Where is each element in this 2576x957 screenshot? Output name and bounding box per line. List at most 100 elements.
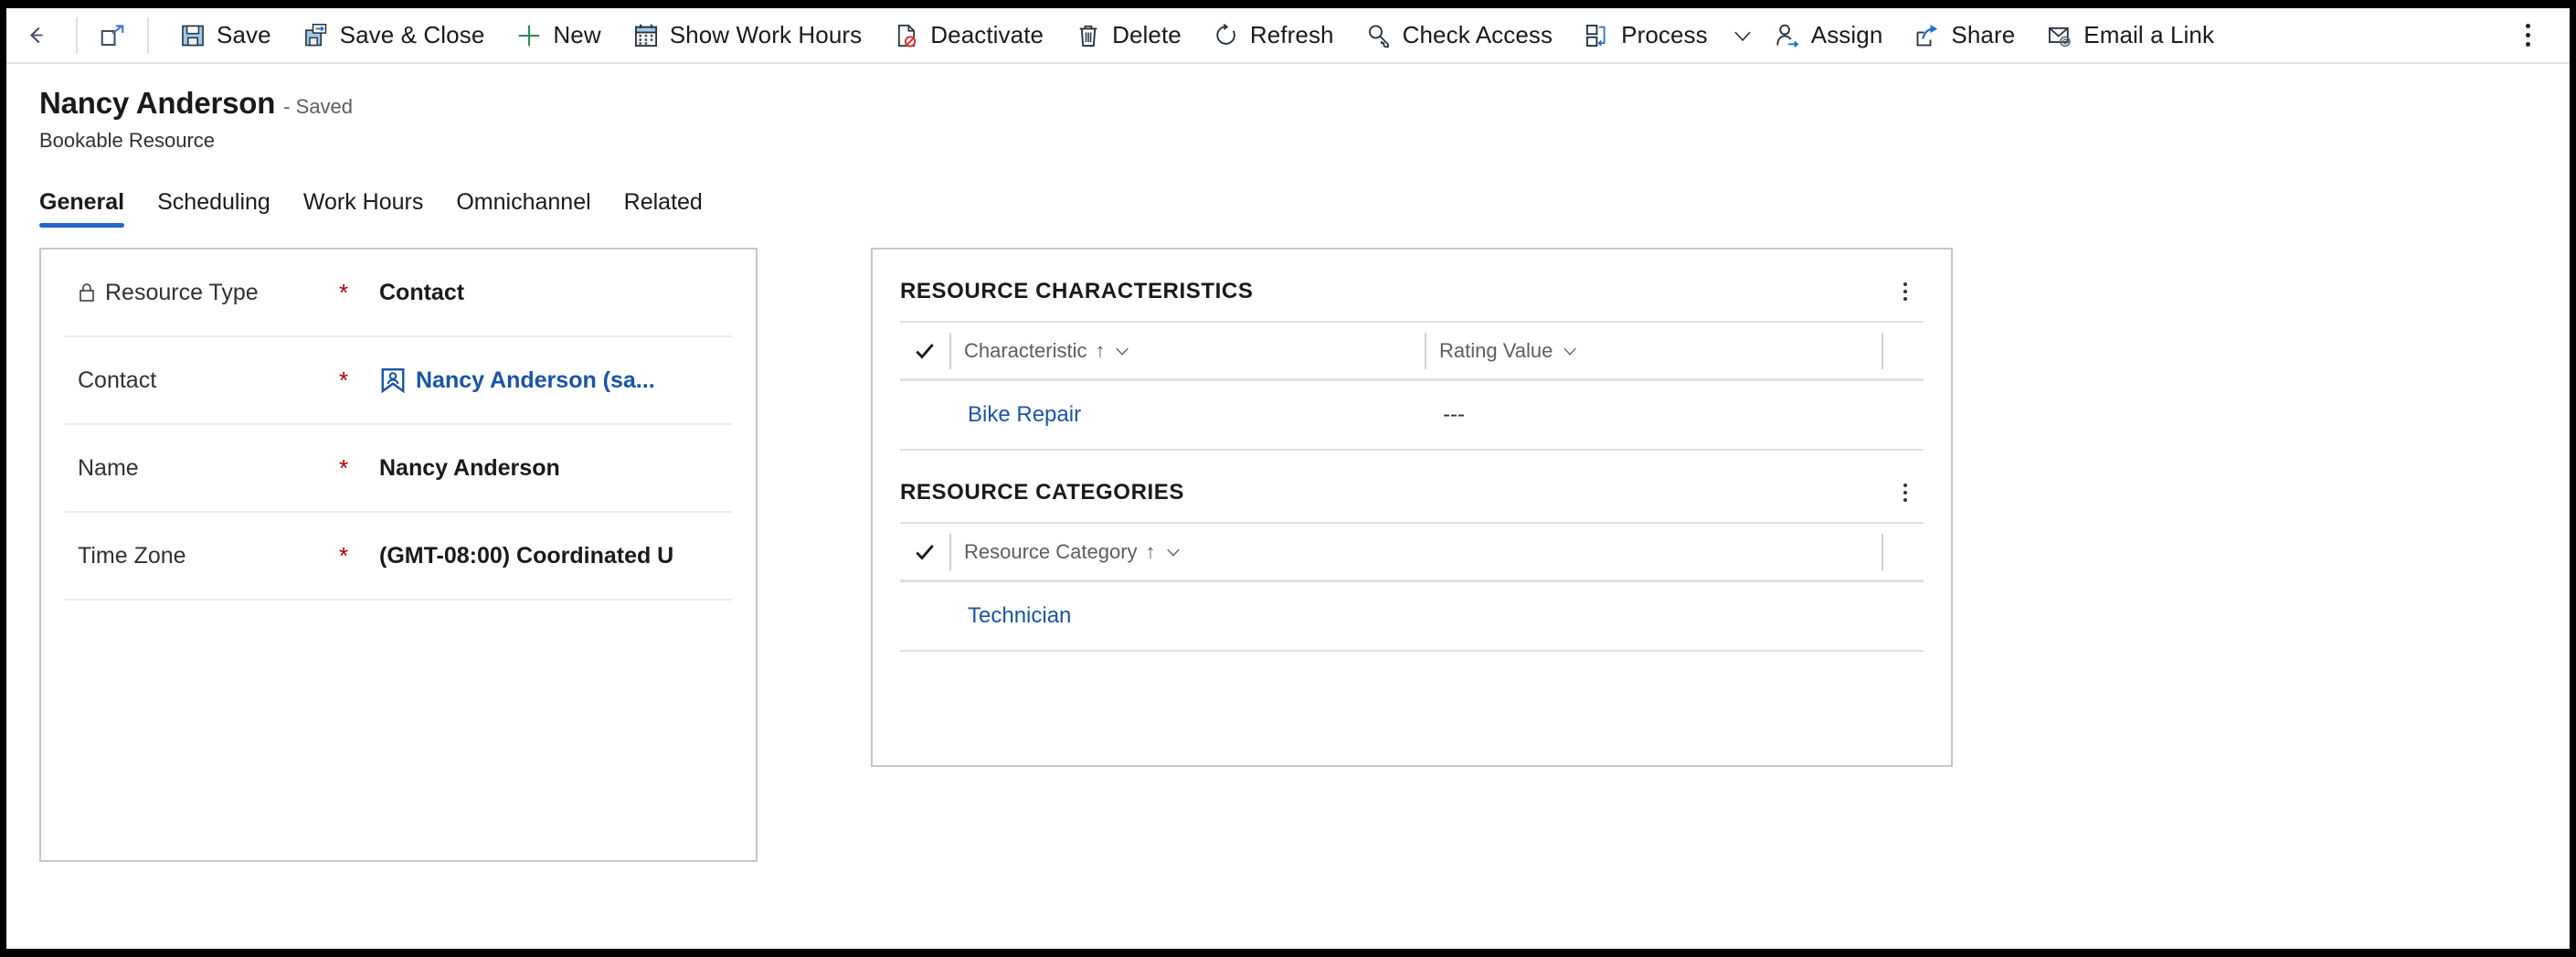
back-arrow-icon xyxy=(27,22,55,49)
process-button[interactable]: Process xyxy=(1568,8,1723,62)
record-header: Nancy Anderson - Saved Bookable Resource xyxy=(6,64,2570,153)
tab-scheduling[interactable]: Scheduling xyxy=(141,189,287,228)
save-status-text: - Saved xyxy=(283,95,354,118)
save-and-close-button[interactable]: Save & Close xyxy=(287,8,501,62)
column-divider-end xyxy=(1882,533,1883,570)
field-resource-type-label-wrap: Resource Type xyxy=(65,280,339,306)
share-button-label: Share xyxy=(1951,21,2016,48)
field-name-label: Name xyxy=(78,454,139,481)
open-in-new-window-icon xyxy=(99,22,126,49)
resource-categories-title: RESOURCE CATEGORIES xyxy=(900,480,1184,505)
field-name[interactable]: Name * Nancy Anderson xyxy=(65,425,732,513)
tab-scheduling-label: Scheduling xyxy=(157,189,270,215)
assign-user-icon xyxy=(1774,22,1801,49)
column-header-characteristic[interactable]: Characteristic ↑ xyxy=(949,332,1425,369)
deactivate-button-label: Deactivate xyxy=(930,21,1044,48)
refresh-button-label: Refresh xyxy=(1249,21,1334,48)
save-and-close-button-label: Save & Close xyxy=(339,21,485,48)
chevron-down-icon[interactable] xyxy=(1164,543,1182,561)
refresh-button[interactable]: Refresh xyxy=(1197,8,1350,62)
field-contact[interactable]: Contact * Nancy Anderson (sa... xyxy=(65,337,732,425)
general-fields-card: Resource Type * Contact Contact * Nancy … xyxy=(39,248,758,862)
process-button-label: Process xyxy=(1621,21,1708,48)
email-a-link-button-label: Email a Link xyxy=(2083,21,2215,48)
save-icon xyxy=(179,22,207,49)
field-time-zone-label-wrap: Time Zone xyxy=(65,543,339,569)
resource-characteristics-more-button[interactable] xyxy=(1887,273,1924,310)
resource-categories-header: RESOURCE CATEGORIES xyxy=(900,451,1924,522)
back-button[interactable] xyxy=(6,8,76,62)
field-resource-type[interactable]: Resource Type * Contact xyxy=(65,250,732,337)
field-contact-value-wrap[interactable]: Nancy Anderson (sa... xyxy=(379,367,732,394)
tab-general[interactable]: General xyxy=(39,189,141,228)
tab-work-hours-label: Work Hours xyxy=(302,189,424,215)
command-bar: Save Save & Close New Show Work Hours De… xyxy=(6,8,2570,64)
column-header-resource-category-label: Resource Category xyxy=(964,539,1138,563)
field-time-zone[interactable]: Time Zone * (GMT-08:00) Coordinated U xyxy=(65,513,732,601)
assign-button-label: Assign xyxy=(1810,21,1883,48)
tab-related[interactable]: Related xyxy=(608,189,719,228)
email-link-icon xyxy=(2046,22,2073,49)
tab-omnichannel-label: Omnichannel xyxy=(456,189,591,215)
form-body: Resource Type * Contact Contact * Nancy … xyxy=(6,228,2570,949)
process-chevron-button[interactable] xyxy=(1727,8,1758,62)
cell-characteristic[interactable]: Bike Repair xyxy=(949,402,1425,428)
field-time-zone-required: * xyxy=(339,542,349,569)
save-and-close-icon xyxy=(302,22,330,49)
sort-ascending-icon: ↑ xyxy=(1145,539,1156,563)
tab-work-hours[interactable]: Work Hours xyxy=(287,189,440,228)
delete-button[interactable]: Delete xyxy=(1059,8,1197,62)
cell-resource-category[interactable]: Technician xyxy=(949,603,1882,629)
deactivate-icon xyxy=(893,22,920,49)
check-access-button[interactable]: Check Access xyxy=(1350,8,1569,62)
field-contact-label: Contact xyxy=(78,367,157,393)
refresh-icon xyxy=(1213,22,1240,49)
contact-entity-icon xyxy=(379,367,407,394)
title-row: Nancy Anderson - Saved xyxy=(39,86,2570,121)
chevron-down-icon[interactable] xyxy=(1561,342,1579,360)
select-all-characteristics-checkbox[interactable] xyxy=(900,339,949,363)
field-name-required: * xyxy=(339,454,349,482)
show-work-hours-button[interactable]: Show Work Hours xyxy=(617,8,878,62)
more-commands-icon xyxy=(2525,22,2530,49)
chevron-down-icon[interactable] xyxy=(1113,342,1131,360)
form-tab-list: General Scheduling Work Hours Omnichanne… xyxy=(6,178,2570,228)
select-all-categories-checkbox[interactable] xyxy=(900,540,949,564)
field-name-label-wrap: Name xyxy=(65,455,339,482)
column-header-rating-value[interactable]: Rating Value xyxy=(1425,332,1882,369)
tab-related-label: Related xyxy=(623,189,703,215)
open-in-new-window-button[interactable] xyxy=(78,8,147,62)
bookable-resource-form: Save Save & Close New Show Work Hours De… xyxy=(6,8,2570,949)
save-button[interactable]: Save xyxy=(164,8,287,62)
email-a-link-button[interactable]: Email a Link xyxy=(2030,8,2230,62)
deactivate-button[interactable]: Deactivate xyxy=(877,8,1059,62)
assign-button[interactable]: Assign xyxy=(1758,8,1899,62)
field-time-zone-value: (GMT-08:00) Coordinated U xyxy=(379,542,674,569)
field-time-zone-label: Time Zone xyxy=(78,542,186,569)
table-row[interactable]: Bike Repair --- xyxy=(900,381,1924,451)
trash-icon xyxy=(1075,22,1102,49)
table-row[interactable]: Technician xyxy=(900,582,1924,652)
resource-categories-more-button[interactable] xyxy=(1887,474,1924,511)
new-button[interactable]: New xyxy=(500,8,616,62)
resource-characteristics-title: RESOURCE CHARACTERISTICS xyxy=(900,279,1254,303)
entity-name-label: Bookable Resource xyxy=(39,129,216,152)
resource-categories-grid: Resource Category ↑ Technician xyxy=(900,522,1924,652)
calendar-icon xyxy=(632,22,660,49)
page-title: Nancy Anderson xyxy=(39,86,276,120)
process-icon xyxy=(1584,22,1611,49)
tab-general-label: General xyxy=(39,189,125,215)
tab-omnichannel[interactable]: Omnichannel xyxy=(440,189,607,228)
sort-ascending-icon: ↑ xyxy=(1095,338,1106,362)
save-button-label: Save xyxy=(217,21,271,48)
resource-characteristics-grid: Characteristic ↑ Rating Value Bike Repai… xyxy=(900,321,1924,451)
field-contact-label-wrap: Contact xyxy=(65,367,339,394)
share-button[interactable]: Share xyxy=(1898,8,2030,62)
field-name-value: Nancy Anderson xyxy=(379,454,560,481)
new-button-label: New xyxy=(553,21,601,48)
column-divider-end xyxy=(1882,332,1883,369)
categories-header-row: Resource Category ↑ xyxy=(900,522,1924,582)
share-icon xyxy=(1913,22,1941,49)
more-commands-button[interactable] xyxy=(2502,8,2553,62)
column-header-resource-category[interactable]: Resource Category ↑ xyxy=(949,533,1882,570)
